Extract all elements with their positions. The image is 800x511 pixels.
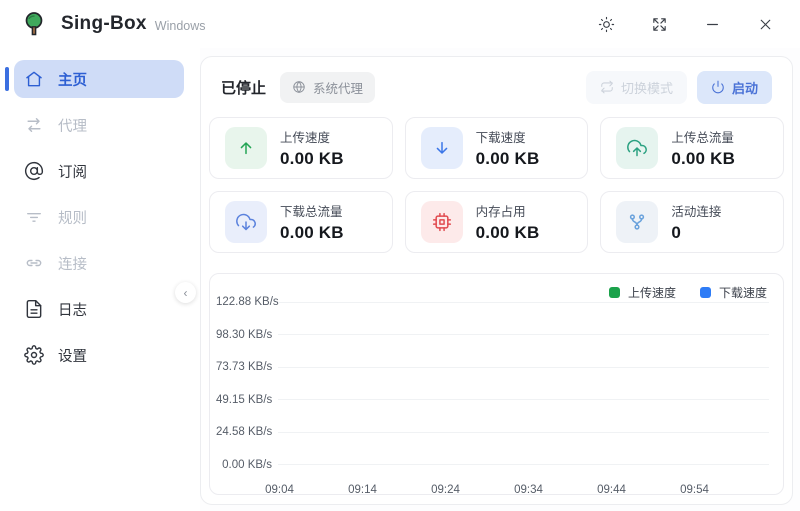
arrow-down-icon: [421, 127, 463, 169]
stat-cards: 上传速度 0.00 KB 下载速度 0.00 KB 上传总流量 0.00 KB: [209, 117, 784, 253]
legend-upload-speed[interactable]: 上传速度: [609, 284, 676, 301]
link-icon: [24, 253, 44, 273]
cloud-upload-icon: [616, 127, 658, 169]
start-button[interactable]: 启动: [697, 71, 772, 104]
gridline: [278, 302, 769, 303]
power-icon: [711, 80, 725, 94]
stat-value: 0.00 KB: [280, 149, 344, 169]
sidebar-item-rules[interactable]: 规则: [14, 198, 184, 236]
sidebar: 主页 代理 订阅 规则 连接 日志 设置: [0, 48, 200, 511]
app-logo-tree-icon: [20, 10, 48, 38]
home-icon: [24, 69, 44, 89]
arrow-up-icon: [225, 127, 267, 169]
y-axis-tick: 24.58 KB/s: [216, 426, 278, 438]
cpu-chip-icon: [421, 201, 463, 243]
cloud-download-icon: [225, 201, 267, 243]
system-proxy-badge: 系统代理: [280, 72, 375, 103]
sidebar-collapse-button[interactable]: ‹: [175, 282, 196, 303]
gridline: [278, 334, 769, 335]
x-axis-tick: 09:34: [487, 484, 570, 496]
sidebar-item-connections[interactable]: 连接: [14, 244, 184, 282]
stat-label: 内存占用: [476, 201, 540, 220]
sidebar-item-label: 规则: [58, 207, 87, 228]
legend-label: 上传速度: [628, 284, 676, 301]
titlebar: Sing-Box Windows: [0, 0, 800, 48]
stat-value: 0.00 KB: [280, 223, 344, 243]
window-controls: [597, 15, 774, 33]
y-axis-tick: 0.00 KB/s: [216, 459, 278, 471]
x-axis: 09:04 09:14 09:24 09:34 09:44 09:54: [238, 481, 769, 496]
stat-label: 下载速度: [476, 127, 540, 146]
x-axis-tick: 09:24: [404, 484, 487, 496]
sidebar-item-logs[interactable]: 日志: [14, 290, 184, 328]
stat-value: 0.00 KB: [671, 149, 735, 169]
stat-card-download-total: 下载总流量 0.00 KB: [209, 191, 393, 253]
sidebar-item-label: 日志: [58, 299, 87, 320]
globe-icon: [292, 80, 306, 94]
stat-label: 上传总流量: [671, 127, 735, 146]
stat-card-memory: 内存占用 0.00 KB: [405, 191, 589, 253]
switch-mode-label: 切换模式: [621, 78, 673, 97]
sidebar-item-label: 订阅: [58, 161, 87, 182]
stat-value: 0.00 KB: [476, 223, 540, 243]
sidebar-item-label: 设置: [58, 345, 87, 366]
sidebar-item-label: 代理: [58, 115, 87, 136]
filter-icon: [24, 207, 44, 227]
y-axis-tick: 73.73 KB/s: [216, 361, 278, 373]
stat-card-download-speed: 下载速度 0.00 KB: [405, 117, 589, 179]
legend-download-speed[interactable]: 下载速度: [700, 284, 767, 301]
stat-card-upload-total: 上传总流量 0.00 KB: [600, 117, 784, 179]
stat-value: 0: [671, 223, 721, 243]
close-icon[interactable]: [756, 15, 774, 33]
sidebar-item-label: 主页: [58, 69, 87, 90]
minimize-icon[interactable]: [703, 15, 721, 33]
sidebar-item-home[interactable]: 主页: [14, 60, 184, 98]
chart-legend: 上传速度 下载速度: [609, 284, 767, 301]
gridline: [278, 464, 769, 465]
sidebar-item-subscription[interactable]: 订阅: [14, 152, 184, 190]
repeat-icon: [600, 80, 614, 94]
system-proxy-label: 系统代理: [313, 78, 363, 97]
panel-header: 已停止 系统代理 切换模式 启动: [209, 71, 784, 103]
service-status: 已停止: [221, 77, 266, 98]
fullscreen-expand-icon[interactable]: [650, 15, 668, 33]
sidebar-item-proxy[interactable]: 代理: [14, 106, 184, 144]
stat-label: 下载总流量: [280, 201, 344, 220]
chevron-left-icon: ‹: [184, 286, 188, 300]
switch-mode-button[interactable]: 切换模式: [586, 71, 687, 104]
stat-label: 活动连接: [671, 201, 721, 220]
theme-sun-icon[interactable]: [597, 15, 615, 33]
app-subtitle: Windows: [155, 19, 206, 33]
gridline: [278, 367, 769, 368]
sidebar-item-label: 连接: [58, 253, 87, 274]
start-label: 启动: [732, 78, 758, 97]
network-branch-icon: [616, 201, 658, 243]
y-axis-tick: 122.88 KB/s: [216, 296, 278, 308]
x-axis-tick: 09:04: [238, 484, 321, 496]
app-title: Sing-Box: [61, 13, 147, 35]
gridline: [278, 399, 769, 400]
main-panel: 已停止 系统代理 切换模式 启动 上传速度 0.00 KB: [200, 56, 793, 505]
sidebar-item-settings[interactable]: 设置: [14, 336, 184, 374]
download-legend-swatch: [700, 287, 711, 298]
x-axis-tick: 09:14: [321, 484, 404, 496]
stat-card-upload-speed: 上传速度 0.00 KB: [209, 117, 393, 179]
traffic-chart: 上传速度 下载速度 122.88 KB/s 98.30 KB/s 73.73 K…: [209, 273, 784, 495]
x-axis-tick: 09:54: [653, 484, 736, 496]
y-axis-tick: 49.15 KB/s: [216, 394, 278, 406]
upload-legend-swatch: [609, 287, 620, 298]
stat-value: 0.00 KB: [476, 149, 540, 169]
legend-label: 下载速度: [719, 284, 767, 301]
file-text-icon: [24, 299, 44, 319]
gear-icon: [24, 345, 44, 365]
swap-arrows-icon: [24, 115, 44, 135]
x-axis-tick: 09:44: [570, 484, 653, 496]
stat-label: 上传速度: [280, 127, 344, 146]
chart-plot-area: 122.88 KB/s 98.30 KB/s 73.73 KB/s 49.15 …: [216, 286, 769, 481]
y-axis-tick: 98.30 KB/s: [216, 329, 278, 341]
stat-card-active-connections: 活动连接 0: [600, 191, 784, 253]
at-sign-icon: [24, 161, 44, 181]
gridline: [278, 432, 769, 433]
